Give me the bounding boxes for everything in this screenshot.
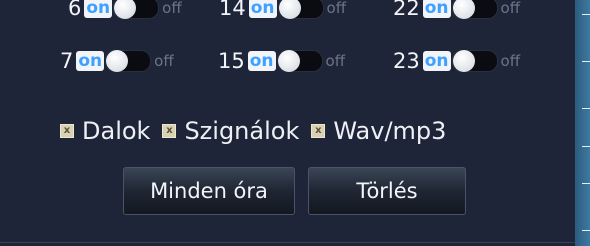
toggle-knob	[278, 0, 301, 19]
strip-tick	[582, 183, 590, 184]
off-label: off	[162, 0, 182, 17]
hour-toggle-22[interactable]: 22 on off	[393, 0, 520, 25]
on-label: on	[422, 51, 451, 71]
every-hour-button[interactable]: Minden óra	[123, 167, 295, 215]
toggle-switch[interactable]	[451, 50, 498, 72]
toggle-knob	[452, 50, 475, 72]
toggle-knob	[452, 0, 475, 19]
option-szignalok[interactable]: x Szignálok	[162, 117, 299, 145]
hour-number: 7	[60, 49, 74, 73]
on-label: on	[84, 0, 113, 18]
divider	[0, 242, 575, 243]
content-type-options: x Dalok x Szignálok x Wav/mp3	[60, 114, 458, 148]
hour-toggle-7[interactable]: 7 on off	[60, 44, 174, 78]
off-label: off	[325, 52, 346, 70]
toggle-switch[interactable]	[113, 0, 160, 19]
option-label: Wav/mp3	[333, 117, 447, 145]
hour-number: 22	[393, 0, 420, 20]
toggle-knob	[114, 0, 137, 19]
strip-tick	[582, 108, 590, 109]
delete-button[interactable]: Törlés	[308, 167, 466, 215]
hour-toggle-14[interactable]: 14 on off	[219, 0, 346, 25]
toggle-knob	[277, 50, 300, 72]
option-label: Dalok	[82, 117, 151, 145]
hour-number: 23	[393, 49, 420, 73]
on-label: on	[247, 51, 276, 71]
checkbox-icon[interactable]: x	[60, 124, 74, 138]
toggle-switch[interactable]	[276, 50, 323, 72]
scrollbar-strip[interactable]	[575, 0, 590, 246]
option-label: Szignálok	[184, 117, 300, 145]
hour-toggle-6[interactable]: 6 on off	[68, 0, 182, 25]
on-label: on	[422, 0, 451, 18]
on-label: on	[248, 0, 277, 18]
option-dalok[interactable]: x Dalok	[60, 117, 150, 145]
off-label: off	[326, 0, 347, 17]
scheduler-panel: 6 on off 14 on off 22 on off 7 on off 15…	[0, 0, 575, 246]
checkbox-icon[interactable]: x	[162, 124, 177, 138]
hour-toggle-23[interactable]: 23 on off	[393, 44, 520, 78]
toggle-switch[interactable]	[105, 50, 152, 72]
option-wav-mp3[interactable]: x Wav/mp3	[311, 117, 446, 145]
off-label: off	[154, 52, 174, 70]
toggle-switch[interactable]	[451, 0, 498, 19]
toggle-knob	[106, 50, 129, 72]
hour-number: 15	[218, 49, 245, 73]
off-label: off	[500, 0, 521, 17]
strip-tick	[582, 230, 590, 231]
strip-tick	[582, 61, 590, 62]
toggle-switch[interactable]	[277, 0, 324, 19]
checkbox-icon[interactable]: x	[311, 124, 326, 138]
strip-tick	[582, 14, 590, 15]
on-label: on	[76, 51, 105, 71]
hour-number: 6	[68, 0, 82, 20]
hour-number: 14	[219, 0, 246, 20]
hour-toggle-15[interactable]: 15 on off	[218, 44, 345, 78]
strip-tick	[582, 146, 590, 147]
off-label: off	[500, 52, 521, 70]
